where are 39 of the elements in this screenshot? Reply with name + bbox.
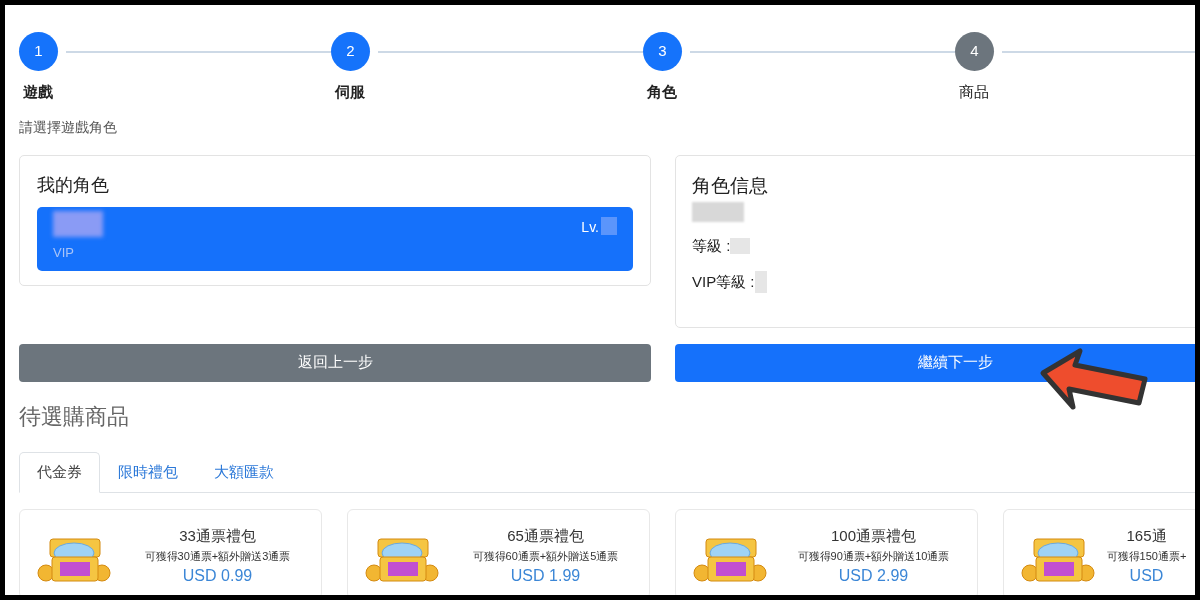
product-description: 可獲得60通票+額外贈送5通票 (472, 548, 619, 564)
product-price: USD 1.99 (510, 566, 581, 586)
section-heading: 待選購商品 (19, 402, 129, 431)
product-card[interactable]: 65通票禮包 可獲得60通票+額外贈送5通票 USD 1.99 (347, 508, 650, 595)
tab[interactable]: 代金券 (19, 451, 100, 493)
product-card[interactable]: 100通票禮包 可獲得90通票+額外贈送10通票 USD 2.99 (675, 508, 978, 595)
card-title: 角色信息 (692, 173, 769, 198)
instruction-text: 請選擇遊戲角色 (19, 117, 118, 137)
product-name: 165通 (1126, 526, 1167, 546)
product-description: 可獲得90通票+額外贈送10通票 (797, 548, 950, 564)
next-button[interactable]: 繼續下一步 (675, 343, 1195, 382)
field-label: 等級 : (692, 235, 731, 256)
vip-label: VIP (53, 243, 74, 262)
tab[interactable]: 大額匯款 (196, 451, 292, 493)
level-label: Lv. (581, 217, 599, 237)
product-name: 33通票禮包 (179, 526, 256, 546)
product-price: USD 2.99 (838, 566, 909, 586)
product-card[interactable]: 33通票禮包 可獲得30通票+額外贈送3通票 USD 0.99 (19, 508, 322, 595)
redacted-block (754, 271, 767, 293)
redacted-block (601, 216, 617, 235)
step-label: 遊戲 (23, 82, 54, 102)
product-description: 可獲得150通票+ (1106, 548, 1187, 564)
product-card[interactable]: 165通 可獲得150通票+ USD (1003, 508, 1195, 595)
redacted-block (730, 238, 751, 254)
redacted-block (53, 210, 103, 237)
field-label: VIP等級 : (692, 271, 755, 292)
product-price: USD 0.99 (182, 566, 253, 586)
step-label: 角色 (647, 82, 678, 102)
role-item[interactable]: VIP Lv. (37, 206, 633, 271)
card-title: 我的角色 (37, 173, 110, 197)
product-description: 可獲得30通票+額外贈送3通票 (144, 548, 291, 564)
product-name: 100通票禮包 (831, 526, 916, 546)
tab[interactable]: 限時禮包 (100, 451, 196, 493)
back-button[interactable]: 返回上一步 (19, 343, 651, 382)
product-price: USD (1129, 566, 1164, 586)
product-name: 65通票禮包 (507, 526, 584, 546)
step-label: 商品 (959, 82, 990, 102)
redacted-block (692, 202, 744, 222)
step-label: 伺服 (335, 82, 366, 102)
